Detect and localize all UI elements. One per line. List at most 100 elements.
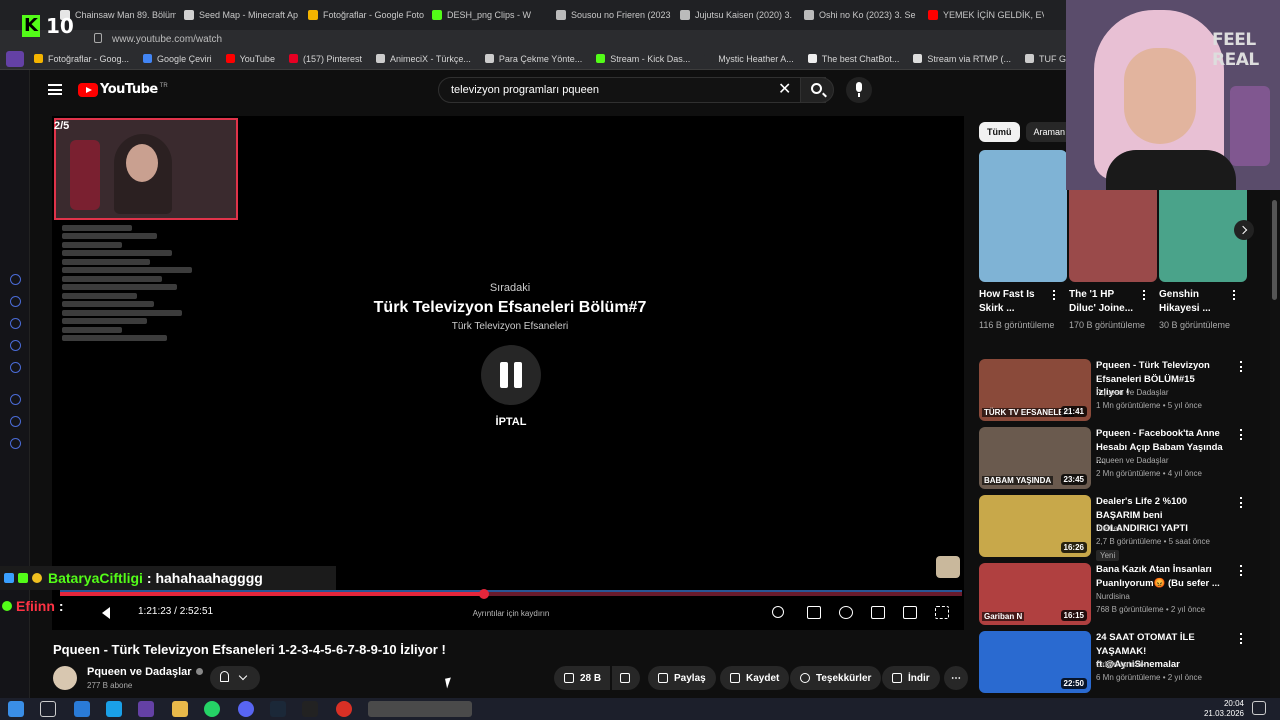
search-button[interactable] <box>800 77 834 103</box>
details-hint[interactable]: Ayrıntılar için kaydırın <box>448 609 574 618</box>
recommended-video[interactable]: Gariban N 16:15 Bana Kazık Atan İnsanları … <box>979 563 1249 625</box>
channel-watermark[interactable] <box>936 556 960 578</box>
folder-icon[interactable] <box>172 701 188 717</box>
kebab-menu-icon[interactable] <box>1233 290 1235 300</box>
chat-username[interactable]: Efiinn <box>16 598 55 614</box>
taskview-icon[interactable] <box>40 701 56 717</box>
video-channel[interactable]: Pqueen ve Dadaşlar <box>1096 388 1169 397</box>
video-channel[interactable]: metflex <box>1096 524 1122 533</box>
kebab-menu-icon[interactable] <box>1143 290 1145 300</box>
browser-tab[interactable]: DESH_png Clips - W <box>424 0 548 30</box>
notifications-icon[interactable] <box>1252 701 1266 715</box>
bookmark-item[interactable]: Fotoğraflar - Goog... <box>34 54 129 64</box>
address-url[interactable]: www.youtube.com/watch <box>112 34 222 45</box>
voice-search-icon[interactable] <box>846 77 872 103</box>
shorts-next-button[interactable] <box>1234 220 1254 240</box>
video-channel[interactable]: Orkun Işıtmak <box>1096 660 1146 669</box>
whatsapp-taskbar-icon[interactable] <box>204 701 220 717</box>
taskbar-clock[interactable]: 20:04 21.03.2026 <box>1204 699 1244 719</box>
settings-gear-icon[interactable] <box>839 606 853 619</box>
discord-taskbar-icon[interactable] <box>238 701 254 717</box>
share-button[interactable]: Paylaş <box>648 666 716 690</box>
page-scrollbar[interactable] <box>1272 200 1277 300</box>
bookmark-item[interactable]: YouTube <box>225 54 275 64</box>
settings-icon[interactable] <box>10 438 21 449</box>
video-channel[interactable]: Pqueen ve Dadaşlar <box>1096 456 1169 465</box>
bookmark-item[interactable]: (157) Pinterest <box>288 54 362 64</box>
address-bar[interactable]: www.youtube.com/watch <box>0 30 1066 48</box>
browser-tab[interactable]: Seed Map - Minecraft Ap <box>176 0 300 30</box>
cancel-autoplay-button[interactable]: İPTAL <box>481 416 541 428</box>
short-title[interactable]: The '1 HP Diluc' Joine... <box>1069 288 1141 316</box>
pause-autoplay-button[interactable] <box>481 345 541 405</box>
progress-scrubber[interactable] <box>478 589 489 599</box>
download-button[interactable]: İndir <box>882 666 940 690</box>
globe-icon[interactable] <box>10 274 21 285</box>
recommended-video[interactable]: 22:50 24 SAAT OTOMAT İLE YAŞAMAK! ft.@Ayn… <box>979 631 1249 693</box>
kebab-menu-icon[interactable] <box>1240 361 1243 372</box>
recommended-video[interactable]: BABAM YAŞINDA 23:45 Pqueen - Facebook'ta A… <box>979 427 1249 489</box>
video-thumbnail[interactable]: TÜRK TV EFSANELERİ 21:41 <box>979 359 1091 421</box>
notifications-button[interactable] <box>210 666 260 690</box>
more-actions-button[interactable]: ⋯ <box>944 666 968 690</box>
history-icon[interactable] <box>10 394 21 405</box>
channel-name-text[interactable]: Pqueen ve Dadaşlar <box>87 666 192 678</box>
chat-username[interactable]: BataryaCiftligi <box>48 570 143 586</box>
active-window-preview[interactable] <box>368 701 472 717</box>
video-thumbnail[interactable]: Gariban N 16:15 <box>979 563 1091 625</box>
filter-chip[interactable]: Tümü <box>979 122 1020 142</box>
twitch-icon[interactable] <box>10 296 21 307</box>
browser-tab[interactable]: Jujutsu Kaisen (2020) 3. <box>672 0 796 30</box>
store-icon[interactable] <box>74 701 90 717</box>
whatsapp-icon[interactable] <box>10 318 21 329</box>
system-tray[interactable] <box>1120 704 1190 714</box>
thanks-button[interactable]: Teşekkürler <box>790 666 882 690</box>
browser-tab[interactable]: Sousou no Frieren (2023 <box>548 0 672 30</box>
autoplay-toggle-icon[interactable] <box>772 606 784 618</box>
kebab-menu-icon[interactable] <box>1240 565 1243 576</box>
like-button[interactable]: 28 B <box>554 666 610 690</box>
youtube-logo[interactable]: YouTube TR <box>78 82 168 97</box>
short-title[interactable]: Genshin Hikayesi ... <box>1159 288 1231 316</box>
bookmark-item[interactable]: Stream via RTMP (... <box>913 54 1011 64</box>
browser-tab[interactable]: Oshi no Ko (2023) 3. Se <box>796 0 920 30</box>
bookmark-item[interactable]: Stream - Kick Das... <box>596 54 690 64</box>
bookmark-item[interactable]: Mystic Heather A... <box>704 54 794 64</box>
recommended-video[interactable]: TÜRK TV EFSANELERİ 21:41 Pqueen - Türk Tel… <box>979 359 1249 421</box>
epic-games-icon[interactable] <box>302 701 318 717</box>
bookmark-item[interactable]: The best ChatBot... <box>807 54 899 64</box>
subtitles-icon[interactable] <box>807 606 821 619</box>
menu-icon[interactable] <box>48 84 62 95</box>
bookmark-item[interactable]: Google Çeviri <box>143 54 212 64</box>
clear-search-icon[interactable]: ✕ <box>778 81 791 99</box>
twitch-home-icon[interactable] <box>6 51 24 67</box>
browser-tab[interactable]: YEMEK İÇİN GELDİK, EV <box>920 0 1044 30</box>
bookmark-item[interactable]: AnimeciX - Türkçe... <box>375 54 471 64</box>
short-title[interactable]: How Fast Is Skirk ... <box>979 288 1051 316</box>
kebab-menu-icon[interactable] <box>1240 429 1243 440</box>
recommended-video[interactable]: 16:26 Dealer's Life 2 %100 BAŞARIM beni D… <box>979 495 1249 561</box>
kebab-menu-icon[interactable] <box>1240 633 1243 644</box>
miniplayer-icon[interactable] <box>871 606 885 619</box>
start-icon[interactable] <box>8 701 24 717</box>
dislike-button[interactable] <box>612 666 640 690</box>
up-next-title[interactable]: Türk Televizyon Efsaneleri Bölüm#7 <box>52 299 968 317</box>
download-icon[interactable] <box>10 416 21 427</box>
channel-name[interactable]: Pqueen ve Dadaşlar <box>87 666 203 678</box>
obs-icon[interactable] <box>336 701 352 717</box>
short-card[interactable]: How Fast Is Skirk ... 116 B görüntüleme <box>979 150 1067 332</box>
video-title[interactable]: Bana Kazık Atan İnsanları Puanlıyorum😡 (… <box>1096 563 1224 590</box>
bookmark-item[interactable]: Para Çekme Yönte... <box>484 54 582 64</box>
video-thumbnail[interactable]: 16:26 <box>979 495 1091 557</box>
steam-icon[interactable] <box>270 701 286 717</box>
search-input[interactable]: televizyon programları pqueen <box>438 77 826 103</box>
video-thumbnail[interactable]: 22:50 <box>979 631 1091 693</box>
fullscreen-icon[interactable] <box>935 606 949 619</box>
kebab-menu-icon[interactable] <box>1240 497 1243 508</box>
browser-tab[interactable]: Fotoğraflar - Google Foto <box>300 0 424 30</box>
instagram-icon[interactable] <box>10 340 21 351</box>
video-channel[interactable]: Nurdisina <box>1096 592 1130 601</box>
kebab-menu-icon[interactable] <box>1053 290 1055 300</box>
video-thumbnail[interactable]: BABAM YAŞINDA 23:45 <box>979 427 1091 489</box>
discord-icon[interactable] <box>10 362 21 373</box>
